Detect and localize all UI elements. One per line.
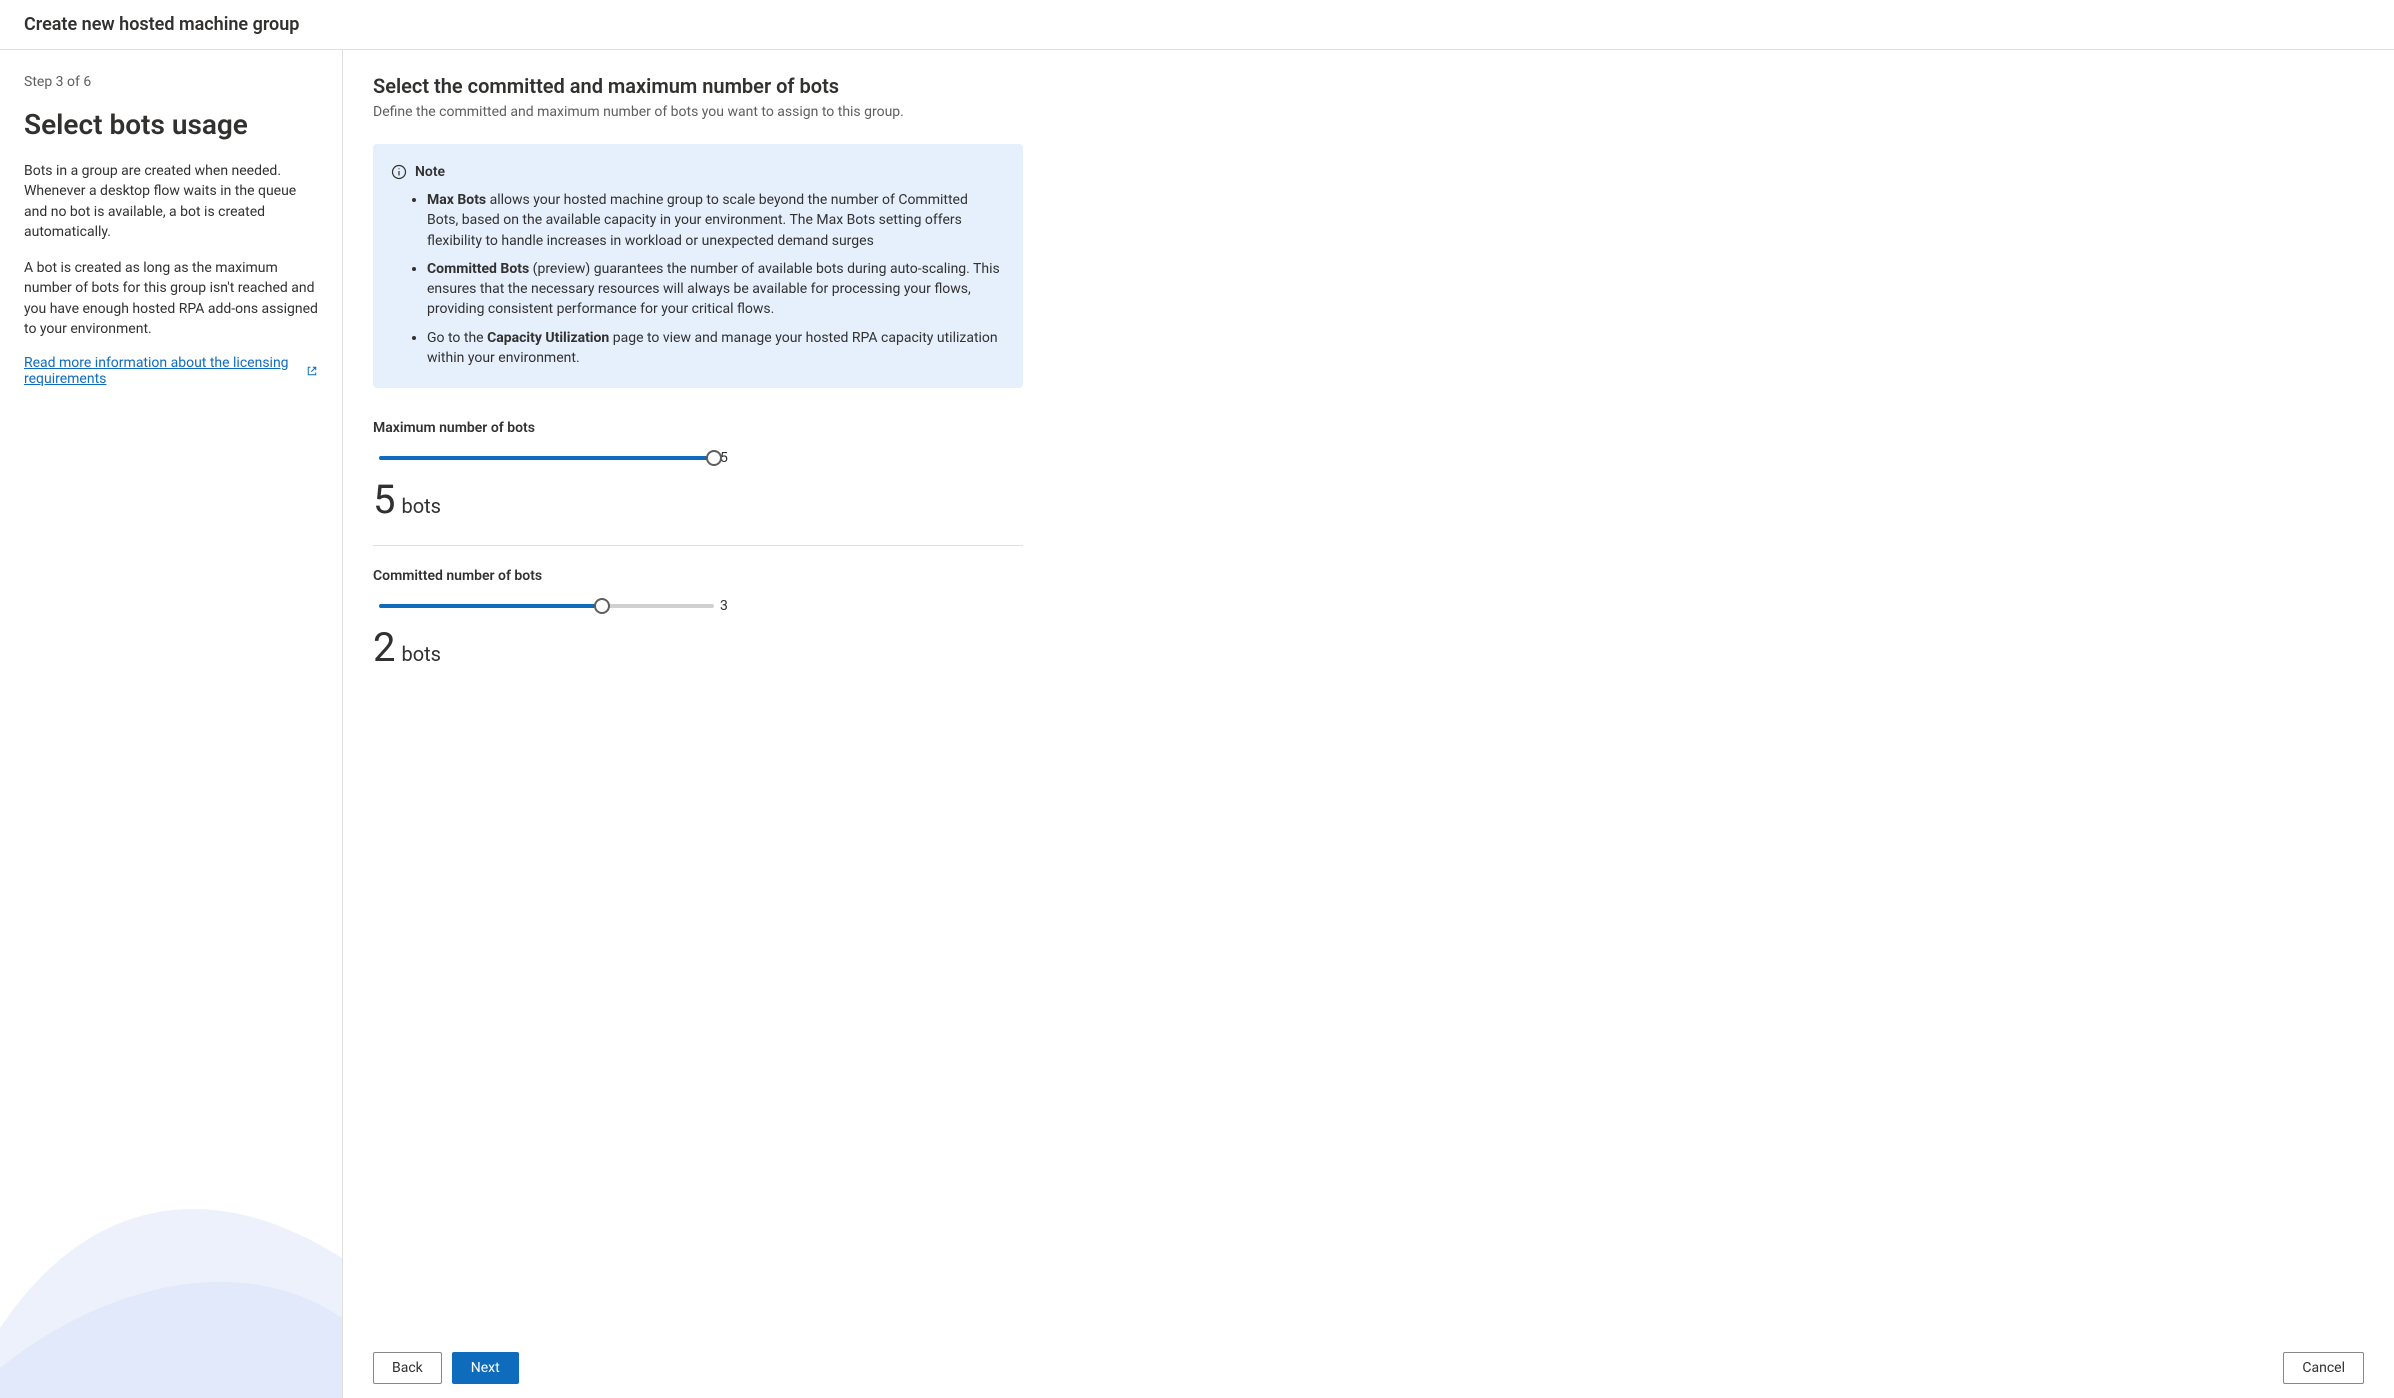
decorative-wave-icon: [0, 1148, 342, 1398]
wizard-footer: Back Next Cancel: [343, 1338, 2394, 1398]
note-item: Max Bots allows your hosted machine grou…: [427, 190, 1001, 251]
main-subtitle: Define the committed and maximum number …: [373, 104, 2364, 120]
main-panel: Select the committed and maximum number …: [343, 50, 2394, 1398]
note-item-bold: Capacity Utilization: [487, 330, 609, 346]
licensing-link[interactable]: Read more information about the licensin…: [24, 355, 318, 387]
committed-bots-value: 2: [373, 624, 395, 671]
back-button[interactable]: Back: [373, 1352, 442, 1384]
note-label: Note: [415, 164, 445, 180]
note-item-text: allows your hosted machine group to scal…: [427, 192, 968, 249]
main-title: Select the committed and maximum number …: [373, 74, 2364, 98]
committed-bots-section: Committed number of bots 3 2 bots: [373, 545, 1023, 693]
open-in-new-icon: [306, 365, 318, 377]
page-title: Create new hosted machine group: [24, 14, 299, 35]
sidebar: Step 3 of 6 Select bots usage Bots in a …: [0, 50, 343, 1398]
note-header: Note: [391, 164, 1001, 180]
slider-fill: [379, 456, 714, 460]
step-indicator: Step 3 of 6: [24, 74, 318, 90]
max-bots-slider-row: 5: [379, 450, 1023, 466]
sidebar-title: Select bots usage: [24, 108, 318, 141]
committed-bots-range-max: 3: [720, 598, 728, 614]
page-container: Step 3 of 6 Select bots usage Bots in a …: [0, 50, 2394, 1398]
max-bots-label: Maximum number of bots: [373, 420, 1023, 436]
note-item-bold: Committed Bots: [427, 261, 529, 277]
sidebar-paragraph: A bot is created as long as the maximum …: [24, 258, 318, 339]
max-bots-section: Maximum number of bots 5 5 bots: [373, 420, 1023, 545]
max-bots-value: 5: [373, 476, 395, 523]
note-item: Committed Bots (preview) guarantees the …: [427, 259, 1001, 320]
max-bots-value-display: 5 bots: [373, 476, 1023, 523]
max-bots-slider[interactable]: [379, 456, 714, 460]
note-callout: Note Max Bots allows your hosted machine…: [373, 144, 1023, 388]
cancel-button[interactable]: Cancel: [2283, 1352, 2364, 1384]
next-button[interactable]: Next: [452, 1352, 519, 1384]
main-content: Select the committed and maximum number …: [343, 50, 2394, 1338]
committed-bots-value-display: 2 bots: [373, 624, 1023, 671]
sidebar-paragraph: Bots in a group are created when needed.…: [24, 161, 318, 242]
note-item-bold: Max Bots: [427, 192, 486, 208]
slider-fill: [379, 604, 602, 608]
slider-thumb[interactable]: [706, 450, 722, 466]
committed-bots-slider[interactable]: [379, 604, 714, 608]
slider-thumb[interactable]: [594, 598, 610, 614]
info-icon: [391, 164, 407, 180]
note-list: Max Bots allows your hosted machine grou…: [391, 190, 1001, 368]
committed-bots-unit: bots: [401, 642, 441, 666]
licensing-link-text: Read more information about the licensin…: [24, 355, 300, 387]
committed-bots-slider-row: 3: [379, 598, 1023, 614]
note-item: Go to the Capacity Utilization page to v…: [427, 328, 1001, 369]
max-bots-unit: bots: [401, 494, 441, 518]
note-item-prefix: Go to the: [427, 330, 487, 346]
committed-bots-label: Committed number of bots: [373, 568, 1023, 584]
page-header: Create new hosted machine group: [0, 0, 2394, 50]
